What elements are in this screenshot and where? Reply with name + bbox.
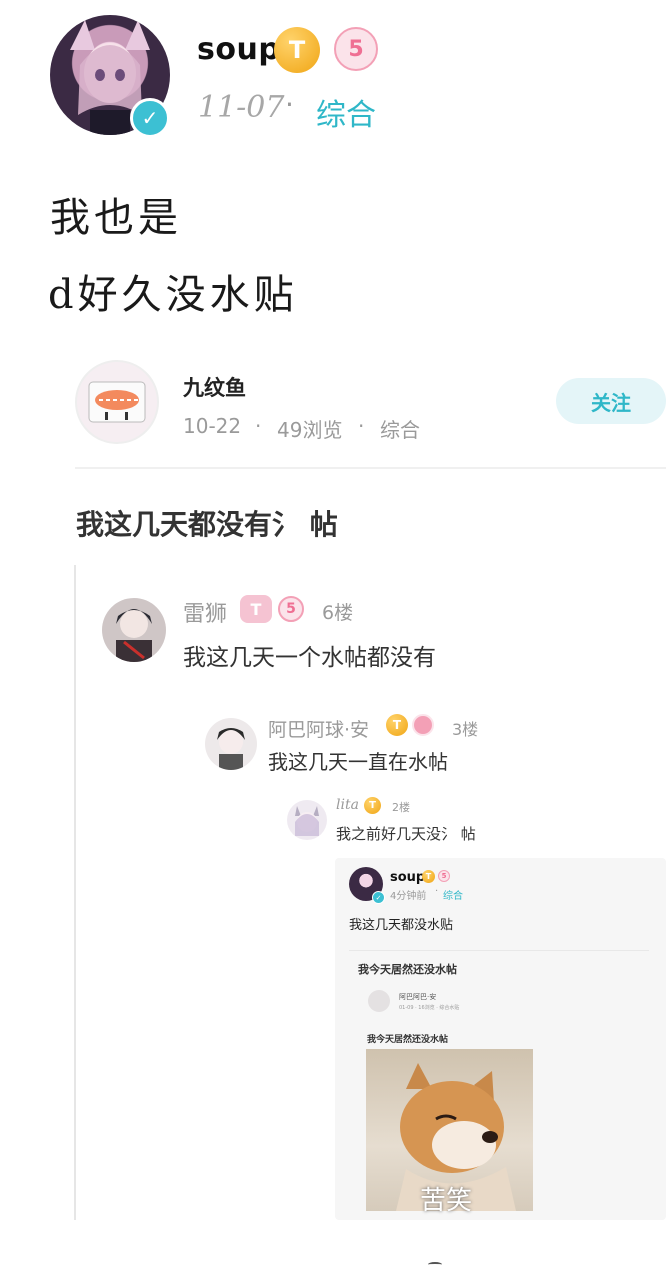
talent-badge-icon: T bbox=[240, 595, 272, 623]
talent-badge-icon: T bbox=[274, 27, 320, 73]
scroll-indicator bbox=[428, 1262, 442, 1267]
quoted-post-title[interactable]: 我这几天都没有氵 帖 bbox=[76, 503, 338, 543]
comment-author[interactable]: 阿巴阿球·安 bbox=[268, 715, 369, 742]
commenter-portrait-art bbox=[295, 806, 319, 836]
level-badge-icon bbox=[412, 714, 434, 736]
talent-badge-icon: T bbox=[386, 714, 408, 736]
meta-separator: · bbox=[285, 88, 294, 121]
fish-avatar-art bbox=[88, 381, 146, 423]
follow-button[interactable]: 关注 bbox=[556, 378, 666, 424]
nested-inner-meta: 01-09 · 16浏览 · 综合水贴 bbox=[399, 1005, 460, 1011]
nested-inner-title: 我今天居然还没水帖 bbox=[358, 963, 457, 976]
nested-text: 我这几天都没水贴 bbox=[349, 918, 454, 933]
nested-inner-text: 我今天居然还没水帖 bbox=[367, 1035, 449, 1045]
nested-category: 综合 bbox=[443, 891, 463, 902]
quoted-sep-1: · bbox=[255, 414, 262, 438]
post-date: 11-07 bbox=[198, 90, 285, 125]
comment-floor: 3楼 bbox=[452, 720, 479, 739]
divider bbox=[75, 467, 666, 469]
comment-floor: 2楼 bbox=[392, 801, 410, 814]
comment-text: 我这几天一个水帖都没有 bbox=[183, 645, 436, 671]
quoted-views: 49浏览 bbox=[277, 418, 343, 442]
level-badge-icon: 5 bbox=[278, 596, 304, 622]
verified-icon: ✓ bbox=[130, 98, 170, 138]
post-category[interactable]: 综合 bbox=[316, 90, 376, 134]
comment-text: 我之前好几天没氵 帖 bbox=[336, 825, 476, 843]
post-body-line-2: d好久没水贴 bbox=[48, 272, 298, 318]
quoted-author-avatar[interactable] bbox=[75, 360, 159, 444]
nested-time: 4分钟前 bbox=[390, 891, 427, 902]
nested-author-name: soup bbox=[390, 870, 426, 885]
comment-avatar[interactable] bbox=[287, 800, 327, 840]
post-author-name[interactable]: soup bbox=[197, 32, 280, 67]
divider bbox=[349, 950, 649, 951]
follow-button-label: 关注 bbox=[591, 390, 631, 415]
level-badge-icon: 5 bbox=[438, 870, 450, 882]
talent-badge-icon: T bbox=[422, 870, 435, 883]
quoted-sep-2: · bbox=[358, 414, 365, 438]
post-body-line-1: 我也是 bbox=[50, 195, 182, 241]
comment-floor: 6楼 bbox=[322, 602, 354, 624]
comment-author[interactable]: lita bbox=[336, 797, 359, 813]
commenter-portrait-art bbox=[116, 609, 152, 662]
verified-icon: ✓ bbox=[372, 891, 385, 904]
quoted-author-name[interactable]: 九纹鱼 bbox=[183, 372, 246, 402]
comment-text: 我这几天一直在水帖 bbox=[268, 750, 448, 774]
level-badge-icon: 5 bbox=[334, 27, 378, 71]
talent-badge-icon: T bbox=[364, 797, 381, 814]
nested-sep: · bbox=[435, 886, 439, 897]
comment-author[interactable]: 雷狮 bbox=[183, 596, 227, 628]
commenter-portrait-art bbox=[217, 728, 245, 770]
nested-inner-author: 阿巴阿巴·安 bbox=[399, 993, 437, 1001]
nested-inner-avatar bbox=[368, 990, 390, 1012]
comment-thread-border bbox=[74, 565, 76, 1220]
comment-avatar[interactable] bbox=[102, 598, 166, 662]
comment-avatar[interactable] bbox=[205, 718, 257, 770]
quoted-category: 综合 bbox=[380, 418, 420, 442]
quoted-date: 10-22 bbox=[183, 414, 242, 438]
meme-caption: 苦笑 bbox=[420, 1186, 473, 1216]
